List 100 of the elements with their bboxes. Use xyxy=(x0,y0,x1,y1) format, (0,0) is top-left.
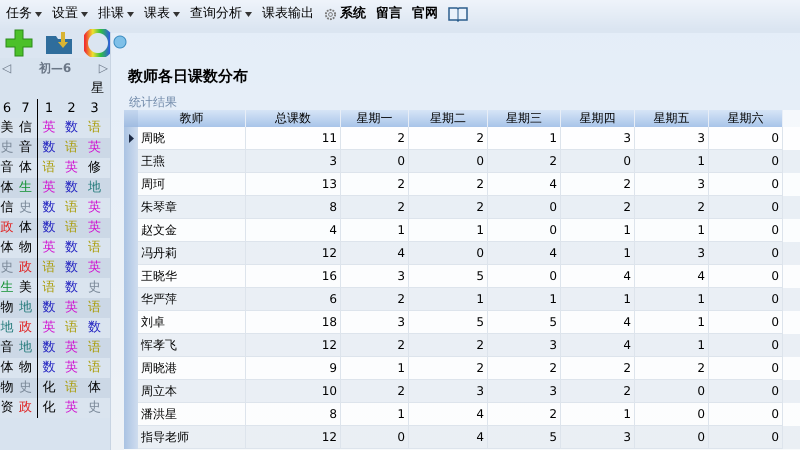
table-cell: 2 xyxy=(341,196,409,219)
lesson-cell[interactable]: 地 xyxy=(83,178,106,198)
table-cell: 2 xyxy=(341,334,409,357)
table-cell: 1 xyxy=(409,288,488,311)
table-cell: 0 xyxy=(488,196,561,219)
lesson-cell[interactable]: 政 xyxy=(14,318,37,338)
table-cell: 华严萍 xyxy=(138,288,246,311)
lesson-cell[interactable]: 体 xyxy=(83,378,106,398)
lesson-cell[interactable]: 资 xyxy=(0,398,14,418)
lesson-cell[interactable]: 修 xyxy=(83,158,106,178)
table-cell: 3 xyxy=(409,380,488,403)
lesson-cell[interactable]: 政 xyxy=(14,398,37,418)
row-header[interactable] xyxy=(124,127,138,150)
column-header[interactable]: 教师 xyxy=(138,110,246,127)
caret-icon xyxy=(35,12,42,16)
folder-icon[interactable] xyxy=(44,30,74,56)
column-header[interactable]: 星期一 xyxy=(341,110,409,127)
column-header[interactable]: 总课数 xyxy=(246,110,341,127)
gear-icon xyxy=(324,8,337,20)
table-cell: 1 xyxy=(635,334,709,357)
caret-icon xyxy=(127,12,134,16)
dialog-title: 教师各日课数分布 xyxy=(128,66,248,87)
table-cell: 0 xyxy=(635,426,709,449)
lesson-cell[interactable]: 信 xyxy=(0,198,14,218)
lesson-cell[interactable]: 音 xyxy=(0,158,14,178)
header-corner xyxy=(124,110,138,127)
lesson-cell[interactable]: 数 xyxy=(60,178,83,198)
lesson-cell[interactable]: 体 xyxy=(14,158,37,178)
table-cell: 1 xyxy=(488,288,561,311)
menu-item[interactable]: 官网 xyxy=(412,4,438,24)
column-header[interactable]: 星期六 xyxy=(709,110,783,127)
period-header: 3 xyxy=(89,100,100,118)
lesson-cell[interactable]: 物 xyxy=(0,298,14,318)
lesson-cell[interactable]: 信 xyxy=(14,118,37,138)
lesson-cell[interactable]: 英 xyxy=(83,198,106,218)
table-cell: 6 xyxy=(246,288,341,311)
table-cell: 12 xyxy=(246,242,341,265)
menu-item[interactable]: 课表输出 xyxy=(262,4,314,24)
plus-icon[interactable] xyxy=(4,28,34,58)
lesson-cell[interactable]: 数 xyxy=(60,278,83,298)
lesson-cell[interactable]: 物 xyxy=(14,238,37,258)
column-header[interactable]: 星期五 xyxy=(635,110,709,127)
table-cell: 周立本 xyxy=(138,380,246,403)
table-cell: 3 xyxy=(561,426,635,449)
table-cell: 0 xyxy=(709,288,783,311)
lesson-cell[interactable]: 体 xyxy=(0,358,14,378)
caret-icon xyxy=(245,12,252,16)
table-cell: 2 xyxy=(341,380,409,403)
table-cell: 5 xyxy=(488,426,561,449)
menu-item[interactable]: 设置 xyxy=(52,4,88,24)
menu-item[interactable]: 系统 xyxy=(324,4,366,24)
lesson-cell[interactable]: 美 xyxy=(0,118,14,138)
table-cell: 2 xyxy=(409,334,488,357)
lesson-cell[interactable]: 英 xyxy=(60,398,83,418)
book-icon[interactable] xyxy=(448,6,468,22)
table-cell: 4 xyxy=(488,242,561,265)
table-cell: 0 xyxy=(341,150,409,173)
period-header: 2 xyxy=(66,100,77,118)
lesson-cell[interactable]: 英 xyxy=(60,358,83,378)
lesson-cell[interactable]: 地 xyxy=(0,318,14,338)
menu-item[interactable]: 课表 xyxy=(144,4,180,24)
lesson-cell[interactable]: 体 xyxy=(0,238,14,258)
column-header[interactable]: 星期三 xyxy=(488,110,561,127)
column-header[interactable]: 星期四 xyxy=(561,110,635,127)
lesson-cell[interactable]: 物 xyxy=(0,378,14,398)
table-cell: 0 xyxy=(409,150,488,173)
previous-arrow[interactable]: ◁ xyxy=(2,59,12,77)
menu-item[interactable]: 查询分析 xyxy=(190,4,252,24)
lesson-cell[interactable]: 音 xyxy=(0,338,14,358)
lesson-cell[interactable]: 音 xyxy=(14,138,37,158)
table-cell: 4 xyxy=(409,426,488,449)
table-cell: 2 xyxy=(635,196,709,219)
lesson-cell[interactable]: 地 xyxy=(14,298,37,318)
table-cell: 0 xyxy=(409,242,488,265)
lesson-cell[interactable]: 物 xyxy=(14,358,37,378)
next-arrow[interactable]: ▷ xyxy=(98,59,108,77)
lesson-cell[interactable]: 数 xyxy=(60,118,83,138)
menu-item[interactable]: 留言 xyxy=(376,4,402,24)
table-cell: 1 xyxy=(635,288,709,311)
menu-item[interactable]: 排课 xyxy=(98,4,134,24)
table-cell: 2 xyxy=(488,150,561,173)
table-cell: 0 xyxy=(709,334,783,357)
column-header[interactable]: 星期二 xyxy=(409,110,488,127)
table-cell: 1 xyxy=(635,150,709,173)
menu-item[interactable]: 任务 xyxy=(6,4,42,24)
lesson-cell[interactable]: 英 xyxy=(60,158,83,178)
lesson-cell[interactable]: 体 xyxy=(0,178,14,198)
table-cell: 0 xyxy=(709,380,783,403)
group-label: 统计结果 xyxy=(129,94,177,111)
lesson-cell[interactable]: 美 xyxy=(14,278,37,298)
table-cell: 1 xyxy=(561,288,635,311)
color-wheel-icon[interactable] xyxy=(84,29,112,57)
lesson-cell[interactable]: 地 xyxy=(14,338,37,358)
lesson-cell[interactable]: 数 xyxy=(60,258,83,278)
lesson-cell[interactable]: 化 xyxy=(37,398,60,418)
lesson-cell[interactable]: 体 xyxy=(14,218,37,238)
table-cell: 3 xyxy=(488,380,561,403)
lesson-cell[interactable]: 数 xyxy=(83,318,106,338)
lesson-cell[interactable]: 数 xyxy=(60,238,83,258)
table-cell: 0 xyxy=(709,426,783,449)
